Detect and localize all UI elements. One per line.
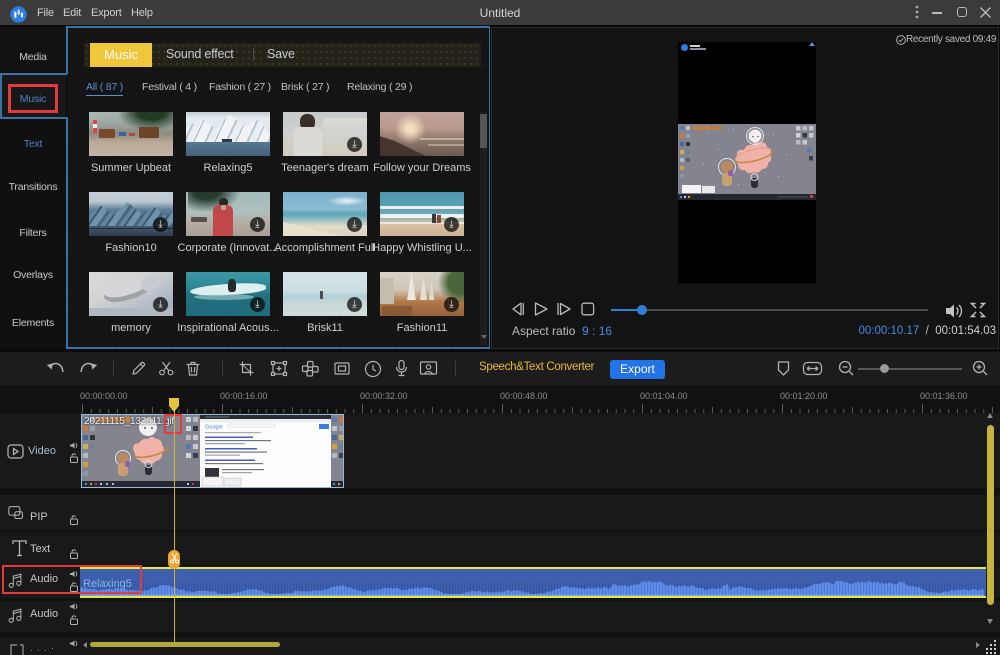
svg-text:Google: Google <box>205 425 223 431</box>
